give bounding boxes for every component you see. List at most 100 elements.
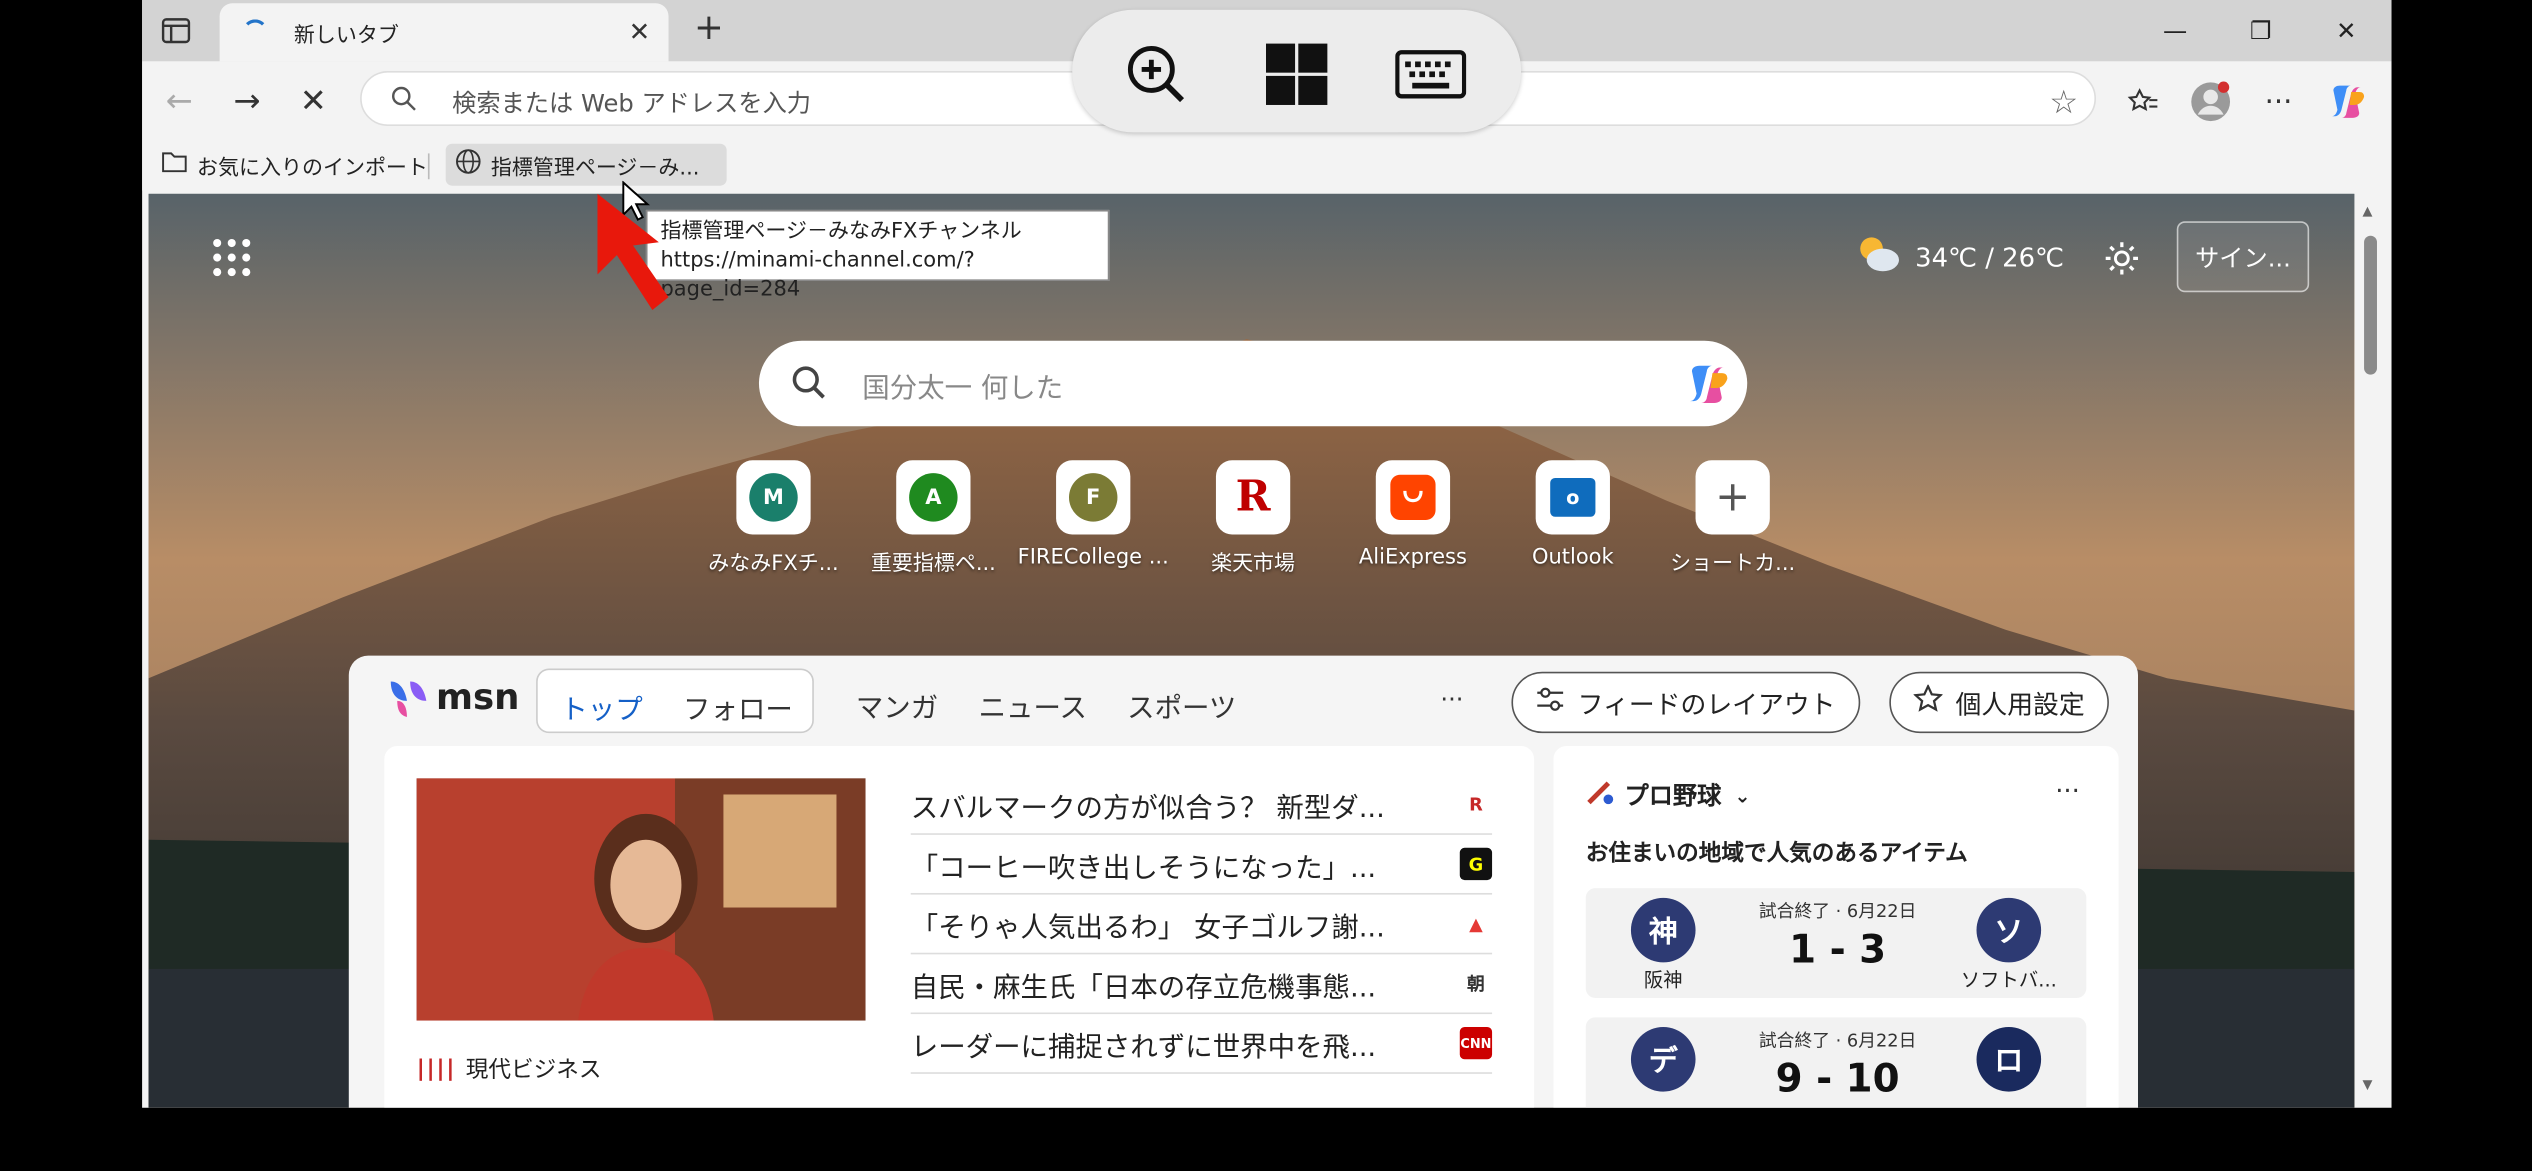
quicklink-indicator[interactable]: A 重要指標ペ...	[854, 460, 1012, 576]
quicklink-label: みなみFXチ...	[708, 552, 839, 577]
msn-logo[interactable]: msn	[388, 675, 520, 720]
search-query: 国分太一 何した	[862, 373, 1064, 406]
headline-item[interactable]: 「コーヒー吹き出しそうになった」... G	[910, 835, 1493, 895]
minimize-button[interactable]: —	[2151, 13, 2199, 49]
tab-follow[interactable]: フォロー	[683, 686, 793, 726]
publisher-logo-icon: CNN	[1459, 1027, 1493, 1060]
keyboard-icon[interactable]	[1395, 39, 1467, 110]
category-manga[interactable]: マンガ	[856, 685, 938, 725]
back-button[interactable]: ←	[158, 81, 200, 123]
quicklink-m-icon: M	[749, 473, 798, 522]
favorite-indicator-page[interactable]: 指標管理ページ－み...	[445, 143, 727, 186]
sports-header[interactable]: プロ野球 ⌄	[1586, 778, 1751, 812]
category-sports[interactable]: スポーツ	[1127, 685, 1236, 725]
team-name: 阪神	[1643, 968, 1683, 992]
article-source[interactable]: |||| 現代ビジネス	[417, 1053, 602, 1085]
quicklink-firecollege[interactable]: F FIRECollege ...	[1014, 460, 1172, 570]
quicklink-label: ショートカ...	[1670, 552, 1796, 577]
search-icon	[391, 86, 417, 118]
rakuten-r-icon: R	[1235, 473, 1271, 522]
import-favorites-item[interactable]: お気に入りのインポート	[152, 144, 438, 186]
quicklink-f-icon: F	[1068, 473, 1118, 522]
scroll-down-icon[interactable]: ▼	[2362, 1077, 2372, 1092]
copilot-icon[interactable]	[2325, 81, 2367, 123]
tab-top[interactable]: トップ	[560, 686, 642, 726]
new-tab-page: 34℃ / 26℃ サイン... 国分太一 何した M みなみFXチ... A …	[148, 193, 2355, 1108]
add-shortcut[interactable]: + ショートカ...	[1654, 460, 1812, 576]
headline-item[interactable]: 「そりゃ人気出るわ」 女子ゴルフ謝... ▲	[910, 895, 1493, 955]
page-scrollbar[interactable]: ▲ ▼	[2359, 194, 2378, 1108]
article-source-label: 現代ビジネス	[465, 1057, 602, 1084]
copilot-search-icon[interactable]	[1683, 360, 1731, 408]
more-options-icon[interactable]: ···	[2257, 81, 2299, 123]
scrollbar-thumb[interactable]	[2364, 235, 2377, 375]
headline-text: スバルマークの方が似合う？ 新型ダ...	[910, 792, 1385, 825]
quick-links: M みなみFXチ... A 重要指標ペ... F FIRECollege ...…	[694, 460, 1795, 576]
screen: 新しいタブ ✕ + — ❐ ✕ ← → ✕ 検索または Web アドレスを入力 …	[0, 0, 2532, 1171]
team-logo: 神	[1630, 897, 1696, 963]
loading-spinner-icon	[242, 19, 269, 45]
headline-list: スバルマークの方が似合う？ 新型ダ... R 「コーヒー吹き出しそうになった」..…	[910, 775, 1493, 1074]
personalize-button[interactable]: 個人用設定	[1889, 671, 2109, 734]
plus-icon: +	[1715, 473, 1751, 522]
weather-widget[interactable]: 34℃ / 26℃	[1854, 233, 2064, 281]
tab-close-icon[interactable]: ✕	[623, 16, 655, 48]
headline-item[interactable]: 自民・麻生氏「日本の存立危機事態... 朝	[910, 954, 1493, 1015]
tab-new-tab[interactable]: 新しいタブ ✕	[219, 3, 669, 62]
msn-wordmark: msn	[435, 677, 520, 718]
link-tooltip: 指標管理ページ－みなみFXチャンネル https://minami-channe…	[645, 209, 1110, 302]
category-news[interactable]: ニュース	[979, 685, 1087, 725]
tooltip-url: https://minami-channel.com/?page_id=284	[660, 248, 975, 302]
stop-button[interactable]: ✕	[292, 81, 334, 123]
headline-item[interactable]: スバルマークの方が似合う？ 新型ダ... R	[910, 775, 1493, 835]
featured-article-image[interactable]	[416, 778, 866, 1021]
favorites-icon[interactable]	[2122, 81, 2164, 123]
sports-more-icon[interactable]: ···	[2055, 775, 2080, 806]
game-result[interactable]: 神阪神 試合終了 · 6月22日 1 - 3 ソソフトバ...	[1585, 888, 2087, 998]
sports-title: プロ野球	[1624, 781, 1722, 811]
web-search-box[interactable]: 国分太一 何した	[758, 340, 1748, 427]
close-window-button[interactable]: ✕	[2322, 13, 2370, 49]
partly-cloudy-icon	[1854, 233, 1902, 281]
quicklink-label: Outlook	[1531, 545, 1614, 571]
baseball-icon	[1586, 779, 1615, 811]
import-favorites-label: お気に入りのインポート	[197, 155, 428, 181]
profile-avatar-icon[interactable]	[2190, 81, 2232, 123]
more-categories-button[interactable]: ···	[1440, 685, 1463, 714]
feed-tab-switch: トップ フォロー	[536, 668, 814, 734]
sparkle-star-icon	[1912, 683, 1944, 721]
headline-item[interactable]: レーダーに捕捉されずに世界中を飛... CNN	[910, 1014, 1493, 1074]
restore-button[interactable]: ❐	[2236, 13, 2284, 49]
tab-actions-icon[interactable]	[158, 13, 194, 49]
browser-window: 新しいタブ ✕ + — ❐ ✕ ← → ✕ 検索または Web アドレスを入力 …	[142, 0, 2392, 1108]
publisher-logo-icon: R	[1469, 793, 1483, 815]
quicklink-aliexpress[interactable]: AliExpress	[1334, 460, 1492, 570]
quicklink-rakuten[interactable]: R 楽天市場	[1174, 460, 1332, 576]
headline-text: レーダーに捕捉されずに世界中を飛...	[910, 1031, 1377, 1064]
favorite-star-icon[interactable]: ☆	[2049, 82, 2078, 121]
quicklink-label: 重要指標ペ...	[870, 552, 996, 577]
quicklink-minami[interactable]: M みなみFXチ...	[694, 460, 852, 576]
woman-photo-illustration	[416, 778, 866, 1021]
sign-in-button[interactable]: サイン...	[2176, 221, 2310, 293]
page-settings-icon[interactable]	[2099, 236, 2144, 281]
feed-layout-button[interactable]: フィードのレイアウト	[1511, 671, 1860, 734]
zoom-in-icon[interactable]	[1121, 39, 1192, 110]
game-score: 1 - 3	[1789, 926, 1887, 973]
quicklink-label: FIRECollege ...	[1017, 545, 1169, 571]
windows-start-icon[interactable]	[1261, 39, 1332, 110]
personalize-label: 個人用設定	[1955, 689, 2085, 721]
forward-button[interactable]: →	[226, 81, 268, 123]
msn-feed: msn トップ フォロー マンガ ニュース スポーツ ··· フィードのレイアウ…	[348, 655, 2138, 1108]
sports-subtitle: お住まいの地域で人気のあるアイテム	[1585, 841, 1968, 868]
annotation-arrow-icon	[597, 193, 669, 311]
msn-butterfly-icon	[390, 681, 427, 717]
game-result[interactable]: デ 試合終了 · 6月22日 9 - 10 ロ	[1585, 1017, 2087, 1108]
game-status: 試合終了 · 6月22日	[1758, 1030, 1917, 1052]
aliexpress-bag-icon	[1390, 474, 1436, 520]
quicklink-outlook[interactable]: o Outlook	[1494, 460, 1652, 570]
new-tab-button[interactable]: +	[688, 9, 730, 52]
feed-header: msn トップ フォロー マンガ ニュース スポーツ ··· フィードのレイアウ…	[349, 656, 2138, 746]
apps-launcher-icon[interactable]	[213, 238, 252, 278]
scroll-up-icon[interactable]: ▲	[2362, 203, 2372, 218]
